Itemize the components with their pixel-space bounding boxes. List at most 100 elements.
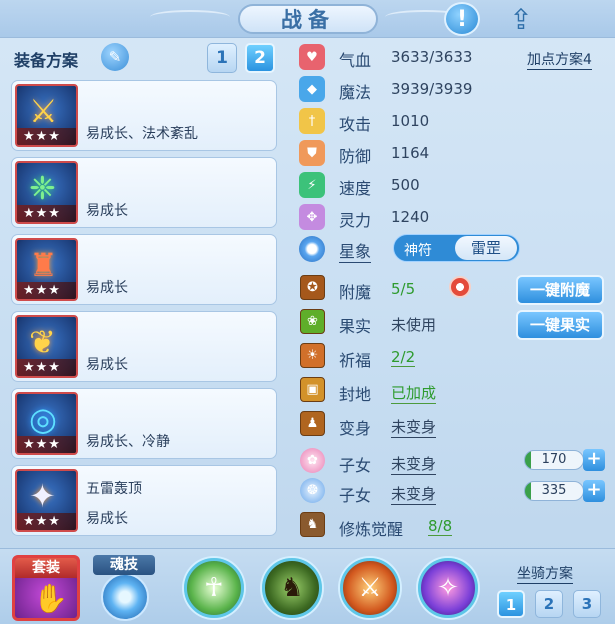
stat-name: 气血 [339,51,372,70]
info-icon[interactable]: ! [444,2,480,36]
beast-icon: ♞ [280,573,304,603]
hp-icon: ♥ [299,44,325,70]
equipment-slot[interactable]: ♜ ★★★ 易成长 [11,234,277,305]
star-option-leigang[interactable]: 雷罡 [455,236,517,260]
child-label: 子女 [339,456,372,475]
star-rating: ★★★ [17,359,76,376]
soul-skill-button[interactable]: 魂技 [93,555,155,621]
fruit-value: 未使用 [391,316,437,334]
equipment-slot[interactable]: ✦ ★★★ 五雷轰顶 易成长 [11,465,277,536]
bracelet-icon: ◎ ★★★ [15,392,78,455]
talisman-icon: ✧ [437,573,459,603]
mount-plan-label[interactable]: 坐骑方案 [517,563,573,584]
figure-icon: ☥ [204,573,224,603]
spirit-icon: ✥ [299,204,325,230]
awaken-value[interactable]: 8/8 [428,517,453,536]
star-rating: ★★★ [17,436,76,453]
one-key-enchant-button[interactable]: 一键附魔 [516,275,604,305]
child-plus-button[interactable]: + [583,480,605,502]
equipment-slot[interactable]: ⚔ ★★★ 易成长、法术紊乱 [11,80,277,151]
equipment-traits: 易成长、法术紊乱 [86,126,198,142]
suit-label: 套装 [15,558,77,578]
transform-icon: ♟ [300,411,325,436]
share-icon[interactable]: ⇪ [503,2,539,36]
defense-icon: ⛊ [299,140,325,166]
add-point-plan-link[interactable]: 加点方案4 [527,49,592,70]
edit-pencil-icon[interactable]: ✎ [101,43,129,71]
speed-icon: ⚡ [299,172,325,198]
top-bar: 战备 ! ⇪ [0,0,615,38]
weapon-icon: ⚔ ★★★ [15,84,78,147]
skill-slot[interactable]: ✧ [418,558,478,618]
boots-icon: ✦ ★★★ [15,469,78,532]
soul-orb-icon [101,573,149,621]
equipment-traits: 易成长 [86,511,128,527]
skill-slot[interactable]: ☥ [184,558,244,618]
warrior-icon: ⚔ [358,573,382,603]
hand-icon: ✋ [33,582,68,615]
star-rating: ★★★ [17,513,76,530]
child-points-value: 170 [524,450,584,470]
stat-value: 3633/3633 [391,48,473,66]
plan-page-2-button[interactable]: 2 [245,43,275,73]
mp-icon: ◆ [299,76,325,102]
armor-icon: ♜ ★★★ [15,238,78,301]
skill-slot[interactable]: ⚔ [340,558,400,618]
stat-name: 速度 [339,179,372,198]
mount-page-2-button[interactable]: 2 [535,590,563,618]
stat-name: 攻击 [339,115,372,134]
bless-label: 祈福 [339,351,372,370]
mount-page-3-button[interactable]: 3 [573,590,601,618]
one-key-fruit-button[interactable]: 一键果实 [516,310,604,340]
star-sign-icon [299,236,325,262]
page-title: 战备 [238,4,378,34]
star-sign-label[interactable]: 星象 [339,238,372,263]
timer-icon[interactable] [449,276,471,298]
seal-value[interactable]: 已加成 [391,382,437,404]
equipment-plan-label: 装备方案 [14,51,79,70]
enchant-icon: ✪ [300,275,325,300]
suit-button[interactable]: 套装 ✋ [12,555,80,621]
child-lotus-icon: ✿ [300,448,325,473]
equipment-slot[interactable]: ❦ ★★★ 易成长 [11,311,277,382]
child-points-value: 335 [524,481,584,501]
equipment-slot[interactable]: ❈ ★★★ 易成长 [11,157,277,228]
transform-label: 变身 [339,419,372,438]
equipment-traits: 易成长 [86,203,128,219]
attack-icon: † [299,108,325,134]
stat-value: 500 [391,176,420,194]
child-plus-button[interactable]: + [583,449,605,471]
title-decoration [150,10,230,24]
necklace-icon: ❈ ★★★ [15,161,78,224]
seal-icon: ▣ [300,377,325,402]
bless-icon: ☀ [300,343,325,368]
awaken-icon: ♞ [300,512,325,537]
star-rating: ★★★ [17,128,76,145]
awaken-label: 修炼觉醒 [339,520,404,539]
mount-page-1-button[interactable]: 1 [497,590,525,618]
child-value[interactable]: 未变身 [391,453,437,475]
stat-value: 1164 [391,144,430,162]
equipment-special-skill: 五雷轰顶 [86,481,142,497]
stat-name: 灵力 [339,211,372,230]
stat-value: 3939/3939 [391,80,473,98]
child-value[interactable]: 未变身 [391,483,437,505]
stat-name: 魔法 [339,83,372,102]
skill-slot[interactable]: ♞ [262,558,322,618]
seal-label: 封地 [339,385,372,404]
belt-icon: ❦ ★★★ [15,315,78,378]
enchant-value: 5/5 [391,280,416,298]
bless-value[interactable]: 2/2 [391,348,416,367]
soul-skill-label: 魂技 [93,555,155,575]
stat-value: 1240 [391,208,430,226]
equipment-slot[interactable]: ◎ ★★★ 易成长、冷静 [11,388,277,459]
equipment-traits: 易成长 [86,357,128,373]
fruit-icon: ❀ [300,309,325,334]
child-label: 子女 [339,486,372,505]
plan-page-1-button[interactable]: 1 [207,43,237,73]
transform-value[interactable]: 未变身 [391,416,437,438]
star-rating: ★★★ [17,205,76,222]
star-rating: ★★★ [17,282,76,299]
enchant-label: 附魔 [339,283,372,302]
star-option-shenfu[interactable]: 神符 [404,240,432,260]
